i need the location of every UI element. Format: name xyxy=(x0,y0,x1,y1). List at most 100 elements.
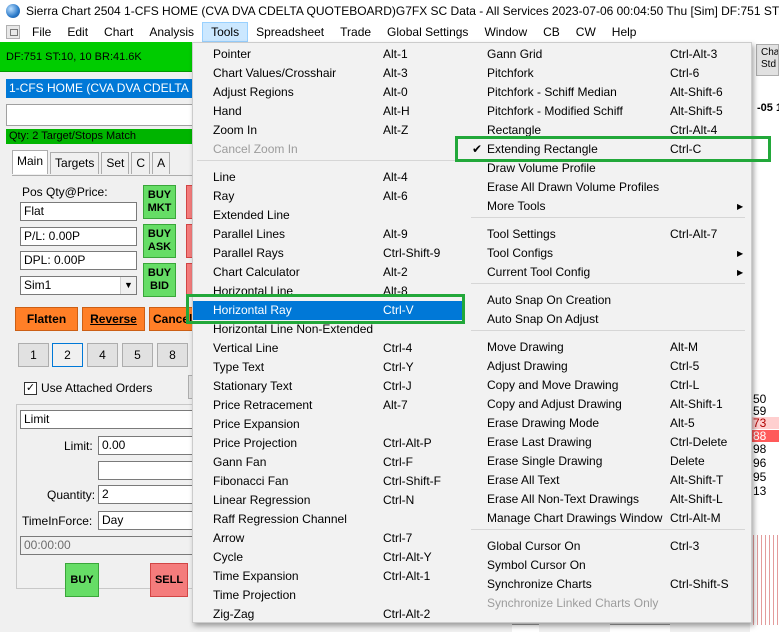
quantity-input[interactable]: 2 xyxy=(98,485,196,504)
menu-item-symbol-cursor-on[interactable]: Symbol Cursor On xyxy=(467,556,749,575)
chevron-down-icon[interactable]: ▼ xyxy=(120,277,136,294)
menu-item-fibonacci-fan[interactable]: Fibonacci Fan Ctrl-Shift-F xyxy=(193,472,463,491)
menu-item-chart-calculator[interactable]: Chart Calculator Alt-2 xyxy=(193,263,463,282)
menu-item-label: Global Cursor On xyxy=(487,539,581,553)
menu-item-shortcut: Alt-2 xyxy=(383,265,408,279)
menu-item-price-expansion[interactable]: Price Expansion xyxy=(193,415,463,434)
menu-item-chart-values-crosshair[interactable]: Chart Values/Crosshair Alt-3 xyxy=(193,64,463,83)
menu-item-gann-fan[interactable]: Gann Fan Ctrl-F xyxy=(193,453,463,472)
menu-item-gann-grid[interactable]: Gann Grid Ctrl-Alt-3 xyxy=(467,45,749,64)
menu-item-ray[interactable]: Ray Alt-6 xyxy=(193,187,463,206)
menu-item-manage-chart-drawings-window[interactable]: Manage Chart Drawings Window Ctrl-Alt-M xyxy=(467,509,749,528)
menu-item-price-retracement[interactable]: Price Retracement Alt-7 xyxy=(193,396,463,415)
menu-item-more-tools[interactable]: More Tools ▶ xyxy=(467,197,749,216)
tab-a[interactable]: A xyxy=(152,152,171,174)
menu-item-erase-all-text[interactable]: Erase All Text Alt-Shift-T xyxy=(467,471,749,490)
qty-button-8[interactable]: 8 xyxy=(157,343,188,367)
menu-item-auto-snap-on-creation[interactable]: Auto Snap On Creation xyxy=(467,291,749,310)
menu-cw[interactable]: CW xyxy=(568,22,604,42)
tab-c[interactable]: C xyxy=(131,152,151,174)
menu-item-pitchfork[interactable]: Pitchfork Ctrl-6 xyxy=(467,64,749,83)
menu-chart[interactable]: Chart xyxy=(96,22,141,42)
menu-item-erase-last-drawing[interactable]: Erase Last Drawing Ctrl-Delete xyxy=(467,433,749,452)
buy-ask-button[interactable]: BUY ASK xyxy=(143,224,176,258)
menu-item-stationary-text[interactable]: Stationary Text Ctrl-J xyxy=(193,377,463,396)
limit-price-input[interactable]: 0.00 xyxy=(98,436,196,455)
tab-set[interactable]: Set xyxy=(101,152,130,174)
menu-trade[interactable]: Trade xyxy=(332,22,379,42)
sell-button[interactable]: SELL xyxy=(150,563,188,597)
stop-price-input[interactable] xyxy=(98,461,196,480)
menu-cb[interactable]: CB xyxy=(535,22,568,42)
menu-item-current-tool-config[interactable]: Current Tool Config ▶ xyxy=(467,263,749,282)
menu-item-price-projection[interactable]: Price Projection Ctrl-Alt-P xyxy=(193,434,463,453)
menu-analysis[interactable]: Analysis xyxy=(141,22,202,42)
menu-item-adjust-regions[interactable]: Adjust Regions Alt-0 xyxy=(193,83,463,102)
menu-item-linear-regression[interactable]: Linear Regression Ctrl-N xyxy=(193,491,463,510)
menu-item-erase-single-drawing[interactable]: Erase Single Drawing Delete xyxy=(467,452,749,471)
menu-item-synchronize-charts[interactable]: Synchronize Charts Ctrl-Shift-S xyxy=(467,575,749,594)
menu-window[interactable]: Window xyxy=(476,22,535,42)
good-till-time-input[interactable]: 00:00:00 xyxy=(20,536,195,555)
menu-file[interactable]: File xyxy=(24,22,59,42)
menu-item-zoom-in[interactable]: Zoom In Alt-Z xyxy=(193,121,463,140)
menu-item-line[interactable]: Line Alt-4 xyxy=(193,168,463,187)
menu-item-erase-all-drawn-volume-profiles[interactable]: Erase All Drawn Volume Profiles xyxy=(467,178,749,197)
qty-button-5[interactable]: 5 xyxy=(122,343,153,367)
system-menu-icon[interactable] xyxy=(6,25,20,39)
qty-button-4[interactable]: 4 xyxy=(87,343,118,367)
menu-item-arrow[interactable]: Arrow Ctrl-7 xyxy=(193,529,463,548)
buy-bid-button[interactable]: BUY BID xyxy=(143,263,176,297)
menu-item-parallel-rays[interactable]: Parallel Rays Ctrl-Shift-9 xyxy=(193,244,463,263)
menu-item-raff-regression-channel[interactable]: Raff Regression Channel xyxy=(193,510,463,529)
menu-item-extended-line[interactable]: Extended Line xyxy=(193,206,463,225)
menu-item-type-text[interactable]: Type Text Ctrl-Y xyxy=(193,358,463,377)
menu-item-hand[interactable]: Hand Alt-H xyxy=(193,102,463,121)
menu-item-global-cursor-on[interactable]: Global Cursor On Ctrl-3 xyxy=(467,537,749,556)
menu-item-pointer[interactable]: Pointer Alt-1 xyxy=(193,45,463,64)
menu-item-zig-zag[interactable]: Zig-Zag Ctrl-Alt-2 xyxy=(193,605,463,624)
menu-item-tool-settings[interactable]: Tool Settings Ctrl-Alt-7 xyxy=(467,225,749,244)
menu-item-copy-and-move-drawing[interactable]: Copy and Move Drawing Ctrl-L xyxy=(467,376,749,395)
menu-item-cycle[interactable]: Cycle Ctrl-Alt-Y xyxy=(193,548,463,567)
menu-item-vertical-line[interactable]: Vertical Line Ctrl-4 xyxy=(193,339,463,358)
submenu-arrow-icon: ▶ xyxy=(737,249,744,258)
menu-item-parallel-lines[interactable]: Parallel Lines Alt-9 xyxy=(193,225,463,244)
menu-global-settings[interactable]: Global Settings xyxy=(379,22,476,42)
menu-item-label: Tool Configs xyxy=(487,246,554,260)
order-type-select[interactable]: Limit xyxy=(20,410,195,429)
menu-help[interactable]: Help xyxy=(604,22,645,42)
menu-item-auto-snap-on-adjust[interactable]: Auto Snap On Adjust xyxy=(467,310,749,329)
tab-main[interactable]: Main xyxy=(12,150,49,174)
menu-item-adjust-drawing[interactable]: Adjust Drawing Ctrl-5 xyxy=(467,357,749,376)
chart-bottom-marker xyxy=(512,624,539,632)
menu-item-synchronize-linked-charts-only[interactable]: Synchronize Linked Charts Only xyxy=(467,594,749,613)
menu-item-shortcut: Ctrl-Alt-2 xyxy=(383,607,431,621)
menu-item-time-expansion[interactable]: Time Expansion Ctrl-Alt-1 xyxy=(193,567,463,586)
account-select[interactable]: Sim1 ▼ xyxy=(20,276,137,295)
menu-item-cancel-zoom-in[interactable]: Cancel Zoom In xyxy=(193,140,463,159)
qty-button-1[interactable]: 1 xyxy=(18,343,49,367)
menu-item-erase-all-non-text-drawings[interactable]: Erase All Non-Text Drawings Alt-Shift-L xyxy=(467,490,749,509)
menu-edit[interactable]: Edit xyxy=(59,22,96,42)
price-label-highlight: 88 xyxy=(752,430,779,442)
tab-targets[interactable]: Targets xyxy=(50,152,100,174)
menu-item-pitchfork-modified-schiff[interactable]: Pitchfork - Modified Schiff Alt-Shift-5 xyxy=(467,102,749,121)
menu-item-pitchfork-schiff-median[interactable]: Pitchfork - Schiff Median Alt-Shift-6 xyxy=(467,83,749,102)
use-attached-orders-checkbox[interactable]: ✓ xyxy=(24,382,37,395)
buy-button[interactable]: BUY xyxy=(65,563,99,597)
chart-studies-button[interactable]: Cha Std xyxy=(756,44,779,76)
qty-button-2[interactable]: 2 xyxy=(52,343,83,367)
menu-item-tool-configs[interactable]: Tool Configs ▶ xyxy=(467,244,749,263)
menu-tools[interactable]: Tools xyxy=(202,22,249,42)
reverse-button[interactable]: Reverse xyxy=(82,307,145,331)
time-in-force-select[interactable]: Day xyxy=(98,511,196,530)
buy-mkt-button[interactable]: BUY MKT xyxy=(143,185,176,219)
menu-item-move-drawing[interactable]: Move Drawing Alt-M xyxy=(467,338,749,357)
menu-item-label: Erase All Text xyxy=(487,473,560,487)
menu-spreadsheet[interactable]: Spreadsheet xyxy=(248,22,332,42)
menu-item-time-projection[interactable]: Time Projection xyxy=(193,586,463,605)
menu-item-copy-and-adjust-drawing[interactable]: Copy and Adjust Drawing Alt-Shift-1 xyxy=(467,395,749,414)
flatten-button[interactable]: Flatten xyxy=(15,307,78,331)
menu-item-erase-drawing-mode[interactable]: Erase Drawing Mode Alt-5 xyxy=(467,414,749,433)
